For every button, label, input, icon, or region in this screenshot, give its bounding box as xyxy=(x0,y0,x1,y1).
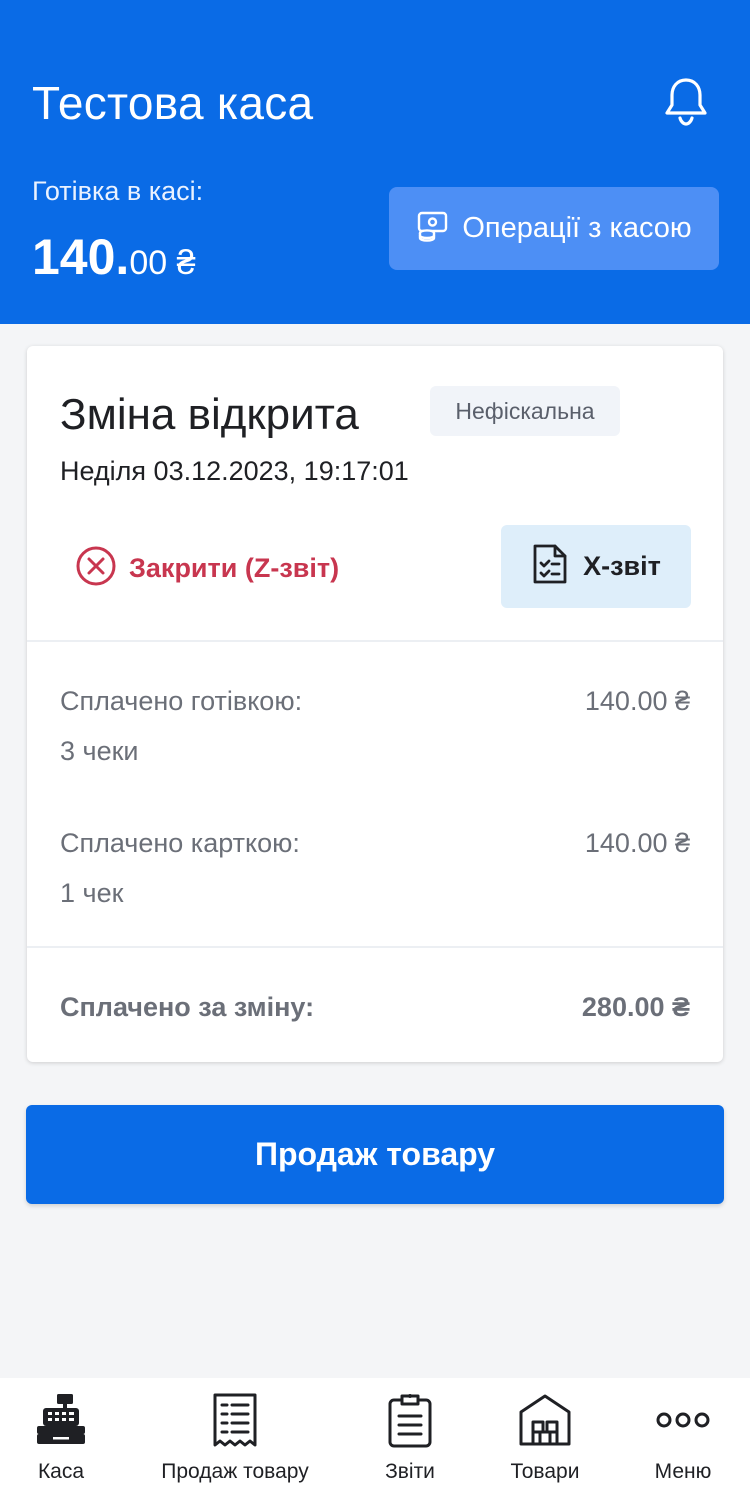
document-check-icon xyxy=(531,543,569,590)
sell-product-button[interactable]: Продаж товару xyxy=(26,1105,724,1204)
cash-amount-integer: 140. xyxy=(32,229,130,285)
x-report-label: X-звіт xyxy=(583,551,661,581)
x-report-button[interactable]: X-звіт xyxy=(501,525,691,608)
divider xyxy=(27,946,723,948)
page-title: Тестова каса xyxy=(32,77,314,129)
close-shift-label: Закрити (Z-звіт) xyxy=(129,552,340,583)
close-shift-z-report-button[interactable]: Закрити (Z-звіт) xyxy=(75,546,339,590)
paid-cash-value: 140.00 ₴ xyxy=(584,686,690,716)
nav-item-sell-product[interactable]: Продаж товару xyxy=(155,1392,315,1492)
cash-in-register-label: Готівка в касі: xyxy=(32,176,204,206)
paid-card-label: Сплачено карткою: xyxy=(60,828,300,858)
nav-item-reports[interactable]: Звіти xyxy=(375,1392,445,1492)
divider xyxy=(27,640,723,642)
nav-item-label: Каса xyxy=(37,1460,85,1483)
cash-operations-button-label: Операції з касою xyxy=(462,212,692,244)
nav-item-products[interactable]: Товари xyxy=(505,1392,585,1492)
clipboard-icon xyxy=(382,1392,438,1448)
cash-in-register-amount: 140.00 ₴ xyxy=(32,228,196,286)
paid-cash-receipts-count: 3 чеки xyxy=(60,736,139,766)
nav-item-label: Товари xyxy=(510,1460,580,1483)
shift-card: Зміна відкрита Нефіскальна Неділя 03.12.… xyxy=(27,346,723,1062)
bell-icon[interactable] xyxy=(660,74,712,128)
nav-item-cash-register[interactable]: Каса xyxy=(31,1392,91,1492)
close-circle-icon xyxy=(75,545,117,592)
nav-item-label: Меню xyxy=(654,1460,712,1483)
paid-card-value: 140.00 ₴ xyxy=(584,828,690,858)
warehouse-icon xyxy=(517,1392,573,1448)
nav-item-label: Продаж товару xyxy=(161,1460,309,1483)
cash-operations-button[interactable]: Операції з касою xyxy=(389,187,719,270)
nav-item-menu[interactable]: Меню xyxy=(648,1392,718,1492)
paid-cash-label: Сплачено готівкою: xyxy=(60,686,303,716)
app-header: Тестова каса Готівка в касі: 140.00 ₴ Оп… xyxy=(0,0,750,324)
cash-operations-icon xyxy=(416,209,450,248)
paid-shift-total-label: Сплачено за зміну: xyxy=(60,992,315,1022)
cash-amount-decimal: 00 ₴ xyxy=(129,244,196,282)
more-dots-icon xyxy=(655,1392,711,1448)
receipt-icon xyxy=(207,1392,263,1448)
fiscal-status-badge: Нефіскальна xyxy=(430,386,620,436)
shift-open-datetime: Неділя 03.12.2023, 19:17:01 xyxy=(60,456,409,486)
cash-register-icon xyxy=(33,1392,89,1448)
nav-item-label: Звіти xyxy=(385,1460,435,1483)
paid-card-receipts-count: 1 чек xyxy=(60,878,124,908)
paid-shift-total-value: 280.00 ₴ xyxy=(581,992,690,1022)
bottom-navigation: Каса Продаж товару Звіти Товари Меню xyxy=(0,1378,750,1512)
shift-status-title: Зміна відкрита xyxy=(60,390,359,439)
sell-product-button-label: Продаж товару xyxy=(254,1136,496,1172)
